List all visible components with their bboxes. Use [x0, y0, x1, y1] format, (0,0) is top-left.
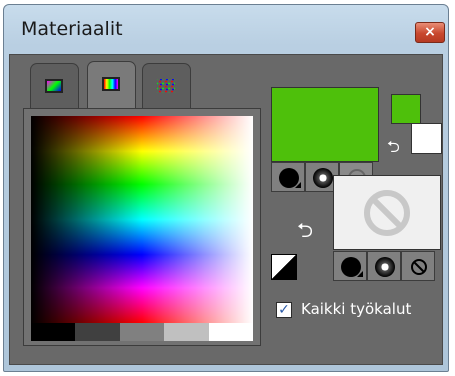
close-button[interactable]: × [415, 22, 445, 43]
swatches-icon [157, 79, 175, 93]
gray-swatch[interactable] [208, 323, 254, 341]
frame-icon [45, 79, 63, 93]
foreground-swatch[interactable] [271, 87, 379, 162]
grayscale-strip[interactable] [31, 323, 254, 341]
small-foreground-swatch[interactable] [391, 94, 421, 124]
swap-small-icon[interactable]: ⮌ [387, 136, 400, 163]
background-type-buttons [333, 251, 435, 281]
tab-swatches[interactable] [142, 63, 191, 109]
spectrum-icon [102, 77, 120, 91]
all-tools-label: Kaikki työkalut [301, 300, 412, 318]
dropdown-corner-icon [295, 182, 301, 188]
color-spectrum[interactable] [31, 116, 253, 323]
tab-spectrum[interactable] [87, 61, 136, 111]
no-symbol-icon [364, 190, 410, 236]
solid-color-button[interactable] [271, 162, 305, 192]
gray-swatch[interactable] [31, 323, 76, 341]
texture-icon [375, 257, 395, 277]
default-colors-icon[interactable] [271, 254, 297, 280]
small-background-swatch[interactable] [411, 123, 442, 154]
all-tools-checkbox[interactable]: ✓ [276, 302, 292, 318]
window-title: Materiaalit [21, 18, 123, 40]
tab-frame[interactable] [30, 63, 79, 109]
bg-texture-button[interactable] [367, 251, 401, 281]
bg-none-button[interactable] [401, 251, 435, 281]
swap-colors-icon[interactable]: ⮌ [297, 216, 313, 250]
gray-swatch[interactable] [164, 323, 209, 341]
gray-swatch[interactable] [75, 323, 120, 341]
none-icon [411, 259, 427, 275]
gray-swatch[interactable] [119, 323, 165, 341]
bg-solid-color-button[interactable] [333, 251, 367, 281]
dropdown-corner-icon [357, 271, 363, 277]
texture-icon [313, 168, 333, 188]
